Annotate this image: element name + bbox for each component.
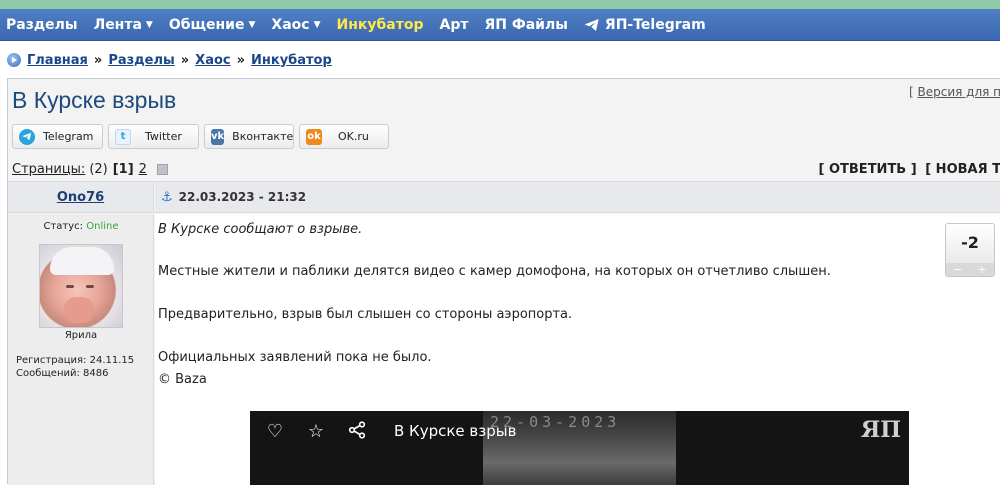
vote-up-button[interactable]: + bbox=[970, 263, 994, 276]
page-link-2[interactable]: 2 bbox=[139, 162, 147, 177]
print-version-link[interactable]: Версия для п bbox=[917, 85, 1000, 99]
anchor-icon[interactable]: ⚓ bbox=[161, 190, 173, 205]
post-content: В Курске сообщают о взрыве. Местные жите… bbox=[155, 214, 1000, 485]
vote-down-button[interactable]: − bbox=[946, 263, 970, 276]
page-jump-icon[interactable] bbox=[156, 163, 168, 175]
breadcrumb-separator: » bbox=[93, 52, 103, 68]
chevron-down-icon: ▼ bbox=[313, 19, 321, 30]
top-strip bbox=[0, 0, 1000, 9]
breadcrumb-sections[interactable]: Разделы bbox=[108, 53, 174, 68]
share-label: Twitter bbox=[145, 130, 182, 143]
post-date-cell: ⚓ 22.03.2023 - 21:32 bbox=[155, 182, 1000, 212]
new-topic-button[interactable]: [ НОВАЯ Т bbox=[925, 162, 1000, 177]
reply-button[interactable]: [ ОТВЕТИТЬ ] bbox=[819, 162, 917, 177]
nav-item-label: Инкубатор bbox=[336, 16, 424, 33]
share-telegram-button[interactable]: Telegram bbox=[12, 124, 103, 149]
chevron-down-icon: ▼ bbox=[145, 19, 153, 30]
breadcrumb-separator: » bbox=[180, 52, 190, 68]
nav-item-label: Арт bbox=[439, 16, 469, 33]
nav-item-communication[interactable]: Общение ▼ bbox=[169, 17, 256, 33]
chevron-down-icon: ▼ bbox=[248, 19, 256, 30]
nav-item-label: Хаос bbox=[271, 16, 310, 33]
post-text-line: Местные жители и паблики делятся видео с… bbox=[158, 264, 831, 279]
nav-item-chaos[interactable]: Хаос ▼ bbox=[271, 17, 320, 33]
nav-item-telegram[interactable]: ЯП-Telegram bbox=[584, 17, 706, 33]
heart-icon[interactable]: ♡ bbox=[264, 421, 286, 443]
post-header: Ono76 ⚓ 22.03.2023 - 21:32 bbox=[8, 181, 1000, 213]
ok-icon: ok bbox=[306, 128, 322, 145]
share-label: Telegram bbox=[43, 130, 94, 143]
message-count: Сообщений: 8486 bbox=[16, 368, 109, 379]
nav-item-incubator[interactable]: Инкубатор bbox=[337, 17, 424, 33]
share-icon[interactable] bbox=[346, 421, 368, 443]
avatar-eye bbox=[66, 285, 74, 288]
breadcrumb-home[interactable]: Главная bbox=[27, 53, 88, 68]
video-title: В Курске взрыв bbox=[394, 422, 517, 440]
nav-item-art[interactable]: Арт bbox=[440, 17, 469, 33]
video-player[interactable]: 22-03-2023 ♡ ☆ В Курске взрыв ЯП bbox=[250, 411, 909, 485]
status-label: Статус: bbox=[43, 221, 84, 232]
post-date: 22.03.2023 - 21:32 bbox=[178, 190, 307, 204]
avatar-cap bbox=[50, 247, 114, 275]
avatar[interactable] bbox=[39, 244, 123, 328]
author-profile: Статус: Online Ярила Регистрация: 24.11.… bbox=[8, 214, 154, 485]
breadcrumb-separator: » bbox=[236, 52, 246, 68]
nav-item-feed[interactable]: Лента ▼ bbox=[94, 17, 153, 33]
author-status: Статус: Online bbox=[8, 221, 154, 232]
topic-actions: [ ОТВЕТИТЬ ] [ НОВАЯ Т bbox=[819, 162, 1000, 177]
registration-date: Регистрация: 24.11.15 bbox=[16, 355, 135, 366]
nav-item-label: ЯП-Telegram bbox=[604, 16, 706, 33]
breadcrumb: Главная » Разделы » Хаос » Инкубатор bbox=[7, 52, 332, 68]
pagination-row: Страницы: (2) [1] 2 [ ОТВЕТИТЬ ] [ НОВАЯ… bbox=[8, 159, 1000, 179]
post-text-line: В Курске сообщают о взрыве. bbox=[158, 222, 363, 237]
current-page: [1] bbox=[112, 161, 134, 177]
star-icon[interactable]: ☆ bbox=[305, 421, 327, 443]
nav-item-label: Общение bbox=[168, 16, 245, 33]
rating-score: -2 bbox=[961, 233, 979, 252]
top-navigation: Разделы Лента ▼ Общение ▼ Хаос ▼ Инкубатор … bbox=[0, 9, 1000, 41]
print-version-link-wrapper: [ Версия для п bbox=[909, 85, 1000, 99]
share-label: OK.ru bbox=[338, 130, 369, 143]
share-vk-button[interactable]: vk Вконтакте bbox=[204, 124, 294, 149]
telegram-icon bbox=[584, 18, 599, 31]
rating-buttons: − + bbox=[946, 263, 994, 276]
video-logo: ЯП bbox=[860, 417, 901, 443]
vk-icon: vk bbox=[211, 128, 225, 145]
breadcrumb-chaos[interactable]: Хаос bbox=[195, 53, 230, 68]
pages-label[interactable]: Страницы: bbox=[12, 162, 85, 177]
page-title: В Курске взрыв bbox=[12, 87, 177, 113]
share-twitter-button[interactable]: t Twitter bbox=[108, 124, 199, 149]
twitter-icon: t bbox=[115, 128, 131, 145]
share-buttons: Telegram t Twitter vk Вконтакте ok OK.ru bbox=[12, 124, 394, 150]
nav-item-label: Разделы bbox=[6, 16, 78, 33]
post-author-cell: Ono76 bbox=[8, 182, 154, 212]
avatar-caption: Ярила bbox=[64, 330, 98, 341]
avatar-eye bbox=[86, 285, 94, 288]
post-text-line: © Baza bbox=[158, 372, 207, 387]
breadcrumb-incubator[interactable]: Инкубатор bbox=[251, 53, 332, 68]
post-text-line: Предварительно, взрыв был слышен со стор… bbox=[158, 307, 573, 322]
topic-panel: В Курске взрыв [ Версия для п Telegram t… bbox=[7, 78, 1000, 485]
post-text-line: Официальных заявлений пока не было. bbox=[158, 350, 432, 365]
post-body: Статус: Online Ярила Регистрация: 24.11.… bbox=[8, 214, 1000, 485]
avatar-hand bbox=[64, 297, 94, 323]
status-online: Online bbox=[86, 221, 119, 232]
nav-item-label: Лента bbox=[93, 16, 142, 33]
share-ok-button[interactable]: ok OK.ru bbox=[299, 124, 389, 149]
telegram-icon bbox=[19, 128, 35, 145]
pages-total: (2) bbox=[89, 161, 108, 177]
author-stats: Регистрация: 24.11.15 Сообщений: 8486 bbox=[16, 354, 134, 380]
nav-item-label: ЯП Файлы bbox=[484, 16, 568, 33]
nav-item-sections[interactable]: Разделы bbox=[6, 17, 78, 33]
post-author-link[interactable]: Ono76 bbox=[57, 190, 104, 205]
share-label: Вконтакте bbox=[232, 130, 294, 143]
home-icon[interactable] bbox=[7, 53, 21, 67]
nav-item-files[interactable]: ЯП Файлы bbox=[484, 17, 567, 33]
topic-title-row: В Курске взрыв [ Версия для п bbox=[8, 79, 1000, 119]
post-rating: -2 − + bbox=[945, 223, 995, 277]
